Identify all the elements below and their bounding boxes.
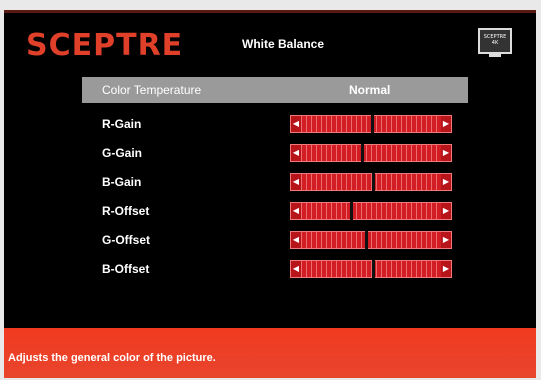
- color-temperature-label: Color Temperature: [102, 83, 202, 97]
- decrease-arrow-icon[interactable]: ◀: [291, 116, 301, 132]
- setting-label: R-Gain: [102, 117, 142, 131]
- menu-title: White Balance: [242, 37, 325, 51]
- decrease-arrow-icon[interactable]: ◀: [291, 203, 301, 219]
- value-slider[interactable]: ◀ ▶: [290, 260, 452, 278]
- setting-row-b-gain[interactable]: B-Gain ◀ ▶: [82, 172, 468, 192]
- increase-arrow-icon[interactable]: ▶: [441, 203, 451, 219]
- help-bar: Adjusts the general color of the picture…: [4, 328, 536, 378]
- value-slider[interactable]: ◀ ▶: [290, 144, 452, 162]
- color-temperature-row[interactable]: Color Temperature Normal: [82, 77, 468, 103]
- setting-label: G-Offset: [102, 233, 150, 247]
- color-temperature-value[interactable]: Normal: [349, 83, 390, 97]
- setting-row-g-gain[interactable]: G-Gain ◀ ▶: [82, 143, 468, 163]
- decrease-arrow-icon[interactable]: ◀: [291, 145, 301, 161]
- osd-screen: SCEPTRE White Balance SCEPTRE 4K Color T…: [4, 10, 536, 378]
- setting-label: R-Offset: [102, 204, 150, 218]
- increase-arrow-icon[interactable]: ▶: [441, 174, 451, 190]
- decrease-arrow-icon[interactable]: ◀: [291, 174, 301, 190]
- value-slider[interactable]: ◀ ▶: [290, 115, 452, 133]
- setting-row-r-gain[interactable]: R-Gain ◀ ▶: [82, 114, 468, 134]
- setting-label: B-Offset: [102, 262, 150, 276]
- setting-row-g-offset[interactable]: G-Offset ◀ ▶: [82, 230, 468, 250]
- setting-label: G-Gain: [102, 146, 143, 160]
- slider-thumb[interactable]: [371, 115, 374, 133]
- value-slider[interactable]: ◀ ▶: [290, 173, 452, 191]
- value-slider[interactable]: ◀ ▶: [290, 202, 452, 220]
- top-accent-line: [4, 10, 536, 13]
- setting-row-b-offset[interactable]: B-Offset ◀ ▶: [82, 259, 468, 279]
- decrease-arrow-icon[interactable]: ◀: [291, 232, 301, 248]
- decrease-arrow-icon[interactable]: ◀: [291, 261, 301, 277]
- tv-icon: SCEPTRE 4K: [478, 28, 512, 54]
- slider-thumb[interactable]: [361, 144, 364, 162]
- slider-thumb[interactable]: [365, 231, 368, 249]
- increase-arrow-icon[interactable]: ▶: [441, 116, 451, 132]
- slider-thumb[interactable]: [372, 173, 375, 191]
- setting-label: B-Gain: [102, 175, 142, 189]
- increase-arrow-icon[interactable]: ▶: [441, 261, 451, 277]
- setting-row-r-offset[interactable]: R-Offset ◀ ▶: [82, 201, 468, 221]
- increase-arrow-icon[interactable]: ▶: [441, 232, 451, 248]
- slider-thumb[interactable]: [372, 260, 375, 278]
- tv-stand: [489, 54, 501, 57]
- value-slider[interactable]: ◀ ▶: [290, 231, 452, 249]
- increase-arrow-icon[interactable]: ▶: [441, 145, 451, 161]
- slider-thumb[interactable]: [350, 202, 353, 220]
- help-description: Adjusts the general color of the picture…: [8, 352, 216, 364]
- brand-logo: SCEPTRE: [26, 28, 184, 63]
